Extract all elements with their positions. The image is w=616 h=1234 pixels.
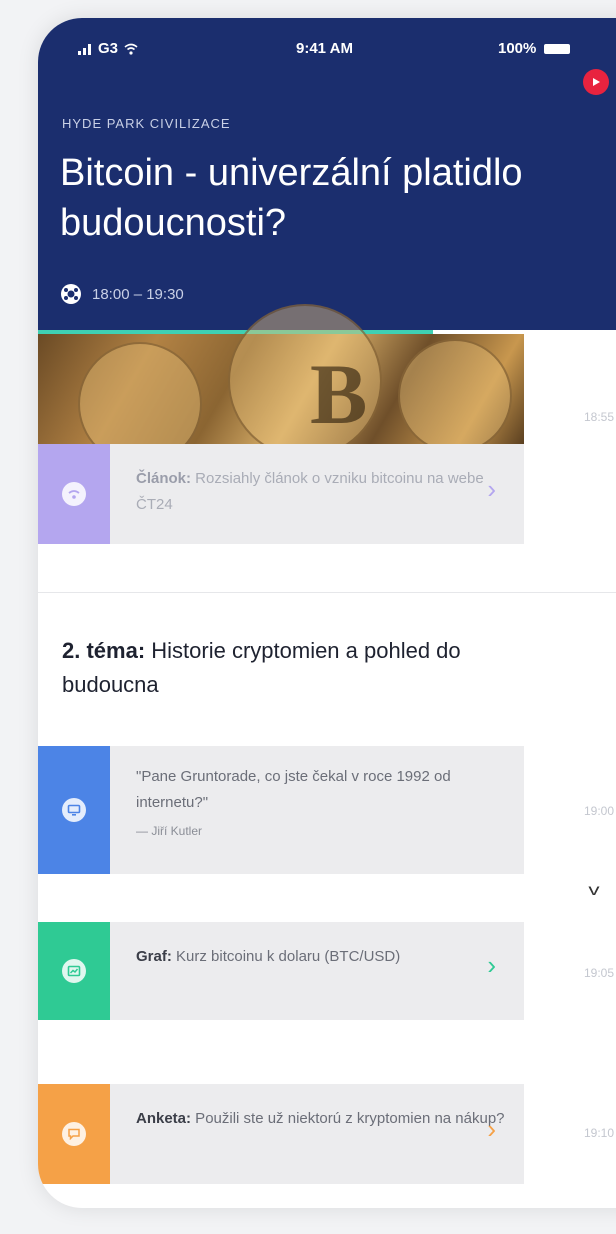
chevron-right-icon[interactable]: › xyxy=(487,950,496,981)
quote-icon-badge xyxy=(62,798,86,822)
carrier-label: G3 xyxy=(98,40,119,57)
article-type: Článok: xyxy=(136,470,192,487)
clock: 9:41 AM xyxy=(296,40,353,57)
bitcoin-image: B xyxy=(38,304,524,466)
graph-side xyxy=(38,922,110,1020)
poll-side xyxy=(38,1084,110,1184)
graph-description: Kurz bitcoinu k dolaru (BTC/USD) xyxy=(171,948,401,965)
poll-text: Anketa: Použili ste už niektorú z krypto… xyxy=(110,1084,524,1184)
phone-screen: G3 9:41 AM 100% HYDE PARK CIVILIZACE Bit… xyxy=(38,18,616,1208)
battery-percent: 100% xyxy=(498,40,537,57)
article-text: Článok: Rozsiahly článok o vzniku bitcoi… xyxy=(110,444,524,544)
topic-number: 2. téma: xyxy=(62,638,146,663)
quote-text-block: "Pane Gruntorade, co jste čekal v roce 1… xyxy=(110,746,524,874)
play-icon xyxy=(593,78,600,86)
battery-icon xyxy=(544,43,571,54)
status-right: 100% xyxy=(498,40,571,57)
program-time: 18:00 – 19:30 xyxy=(60,283,184,305)
monitor-icon xyxy=(67,804,81,816)
article-side xyxy=(38,444,110,544)
poll-icon-badge xyxy=(62,1122,86,1146)
live-button[interactable] xyxy=(583,69,609,95)
graph-icon-badge xyxy=(62,959,86,983)
wifi-icon xyxy=(68,490,80,499)
chevron-right-icon[interactable]: › xyxy=(487,474,496,505)
program-category: HYDE PARK CIVILIZACE xyxy=(62,116,231,131)
section-divider xyxy=(38,592,616,593)
time-range: 18:00 – 19:30 xyxy=(92,285,184,303)
chart-icon xyxy=(67,965,81,977)
poll-question: Použili ste už niektorú z kryptomien na … xyxy=(191,1110,505,1127)
poll-card[interactable]: Anketa: Použili ste už niektorú z krypto… xyxy=(38,1084,524,1184)
clock-icon xyxy=(61,284,81,304)
quote-author: — Jiří Kutler xyxy=(136,824,203,838)
signal-icon xyxy=(78,43,91,55)
timestamp: 18:55 xyxy=(584,410,615,424)
graph-type: Graf: xyxy=(136,948,172,965)
timestamp: 19:10 xyxy=(584,1126,615,1140)
wifi-status-icon xyxy=(124,43,138,55)
graph-text: Graf: Kurz bitcoinu k dolaru (BTC/USD) xyxy=(110,922,524,1020)
chat-icon xyxy=(68,1128,80,1140)
topic-heading: 2. téma: Historie cryptomien a pohled do… xyxy=(62,634,532,702)
article-icon-badge xyxy=(62,482,86,506)
poll-type: Anketa: xyxy=(136,1110,192,1127)
program-title: Bitcoin - univerzální platidlo budoucnos… xyxy=(60,152,523,244)
chevron-right-icon[interactable]: › xyxy=(487,1114,496,1145)
graph-card[interactable]: Graf: Kurz bitcoinu k dolaru (BTC/USD) › xyxy=(38,922,524,1020)
timestamp: 19:05 xyxy=(584,966,615,980)
article-card[interactable]: Článok: Rozsiahly článok o vzniku bitcoi… xyxy=(38,444,524,544)
quote-card[interactable]: "Pane Gruntorade, co jste čekal v roce 1… xyxy=(38,746,524,874)
timestamp: 19:00 xyxy=(584,804,615,818)
quote-side xyxy=(38,746,110,874)
quote-text: "Pane Gruntorade, co jste čekal v roce 1… xyxy=(136,768,451,811)
chevron-down-icon[interactable]: v xyxy=(588,882,599,900)
status-left: G3 xyxy=(78,40,138,57)
program-header: G3 9:41 AM 100% HYDE PARK CIVILIZACE Bit… xyxy=(38,18,616,330)
